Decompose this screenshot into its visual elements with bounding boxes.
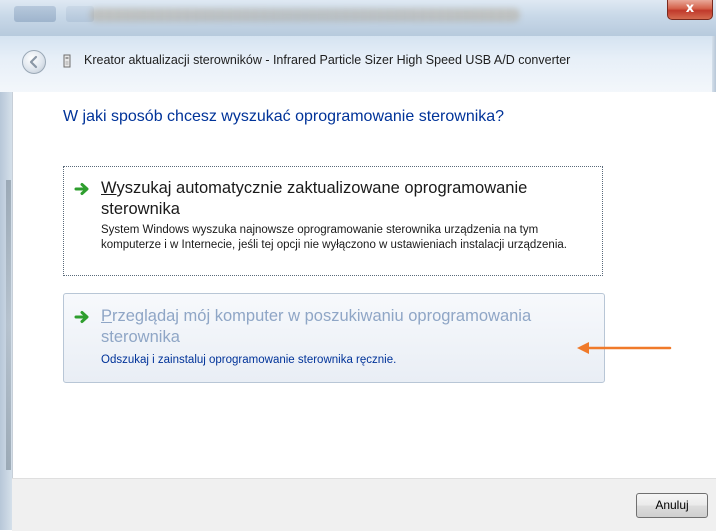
wizard-footer bbox=[12, 478, 716, 531]
wizard-content bbox=[12, 92, 716, 478]
option-description: System Windows wyszuka najnowsze oprogra… bbox=[101, 224, 567, 251]
accelerator-letter: W bbox=[101, 179, 117, 197]
accelerator-letter: P bbox=[101, 307, 113, 325]
green-arrow-icon bbox=[74, 311, 89, 323]
orange-arrow-icon bbox=[577, 342, 672, 354]
option-title: Wyszukaj automatycznie zaktualizowane op… bbox=[101, 178, 596, 220]
option-title: Przeglądaj mój komputer w poszukiwaniu o… bbox=[101, 306, 596, 348]
blurred-background-title bbox=[90, 8, 520, 22]
taskbar-thumb-icon bbox=[14, 6, 56, 22]
option-title-text: yszukaj automatycznie zaktualizowane opr… bbox=[101, 179, 528, 218]
window-left-frame-shadow bbox=[6, 180, 11, 470]
driver-update-wizard-window: x Kreator aktualizacji sterowników - Inf… bbox=[0, 0, 716, 531]
search-automatically-option[interactable]: Wyszukaj automatycznie zaktualizowane op… bbox=[63, 166, 603, 276]
wizard-header: Kreator aktualizacji sterowników - Infra… bbox=[0, 36, 716, 92]
option-title-text: rzeglądaj mój komputer w poszukiwaniu op… bbox=[101, 307, 532, 346]
back-button[interactable] bbox=[22, 50, 46, 74]
page-title: W jaki sposób chcesz wyszukać oprogramow… bbox=[63, 108, 505, 125]
driver-wizard-icon bbox=[63, 54, 71, 68]
option-description: Odszukaj i zainstaluj oprogramowanie ste… bbox=[101, 354, 397, 366]
wizard-title: Kreator aktualizacji sterowników - Infra… bbox=[84, 53, 571, 67]
browse-computer-option[interactable]: Przeglądaj mój komputer w poszukiwaniu o… bbox=[63, 293, 605, 383]
close-button[interactable]: x bbox=[667, 0, 713, 20]
green-arrow-icon bbox=[74, 183, 89, 195]
title-bar[interactable]: x bbox=[0, 0, 716, 36]
cancel-button[interactable]: Anuluj bbox=[636, 493, 708, 518]
back-arrow-icon bbox=[29, 55, 38, 69]
